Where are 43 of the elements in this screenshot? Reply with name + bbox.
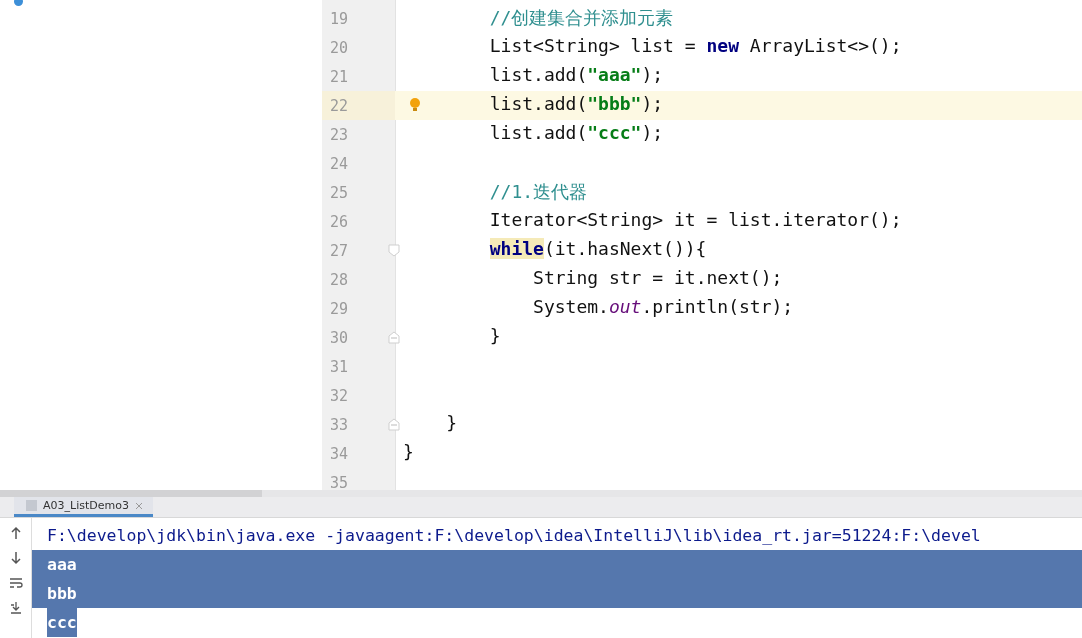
line-number: 27 xyxy=(329,241,350,260)
line-number: 23 xyxy=(329,125,350,144)
scroll-to-end-icon[interactable] xyxy=(8,601,23,615)
code-line: } xyxy=(446,412,458,433)
code-line: while(it.hasNext()){ xyxy=(489,238,707,259)
line-number: 26 xyxy=(329,212,350,231)
line-number: 35 xyxy=(329,473,350,490)
console-output: ccc xyxy=(47,608,77,637)
code-line: list.add("aaa"); xyxy=(489,64,664,85)
line-number: 29 xyxy=(329,299,350,318)
line-number: 28 xyxy=(329,270,350,289)
run-tab[interactable]: A03_ListDemo3 xyxy=(14,497,153,517)
bulb-icon[interactable] xyxy=(409,97,421,113)
fold-icon[interactable] xyxy=(388,244,400,257)
console-output: F:\develop\jdk\bin\java.exe -javaagent:F:\develop\idea\IntelliJ\lib\idea_rt.jar=51224:F:\devel xyxy=(46,525,981,547)
close-icon[interactable] xyxy=(134,501,143,510)
console-output: bbb xyxy=(46,583,77,605)
line-number: 21 xyxy=(329,67,350,86)
code-line: Iterator<String> it = list.iterator(); xyxy=(489,209,902,230)
code-line: } xyxy=(403,441,414,462)
line-number: 32 xyxy=(329,386,350,405)
line-number: 25 xyxy=(329,183,350,202)
code-line: list.add("bbb"); xyxy=(489,93,664,114)
line-number: 34 xyxy=(329,444,350,463)
fold-icon[interactable] xyxy=(388,331,400,344)
soft-wrap-icon[interactable] xyxy=(8,576,23,590)
line-number: 19 xyxy=(329,9,350,28)
arrow-down-icon[interactable] xyxy=(8,551,23,565)
line-number: 24 xyxy=(329,154,350,173)
scrollbar[interactable] xyxy=(0,490,262,497)
code-comment: //1.迭代器 xyxy=(489,180,588,204)
code-comment: //创建集合并添加元素 xyxy=(489,6,674,30)
code-line: list.add("ccc"); xyxy=(489,122,664,143)
code-line: } xyxy=(489,325,501,346)
line-number: 31 xyxy=(329,357,350,376)
line-number: 33 xyxy=(329,415,350,434)
console-output: aaa xyxy=(46,554,77,576)
code-line: String str = it.next(); xyxy=(533,267,783,288)
line-number: 20 xyxy=(329,38,350,57)
fold-icon[interactable] xyxy=(388,418,400,431)
code-line: System.out.println(str); xyxy=(533,296,794,317)
code-line: List<String> list = new ArrayList<>(); xyxy=(489,35,902,56)
line-number: 30 xyxy=(329,328,350,347)
